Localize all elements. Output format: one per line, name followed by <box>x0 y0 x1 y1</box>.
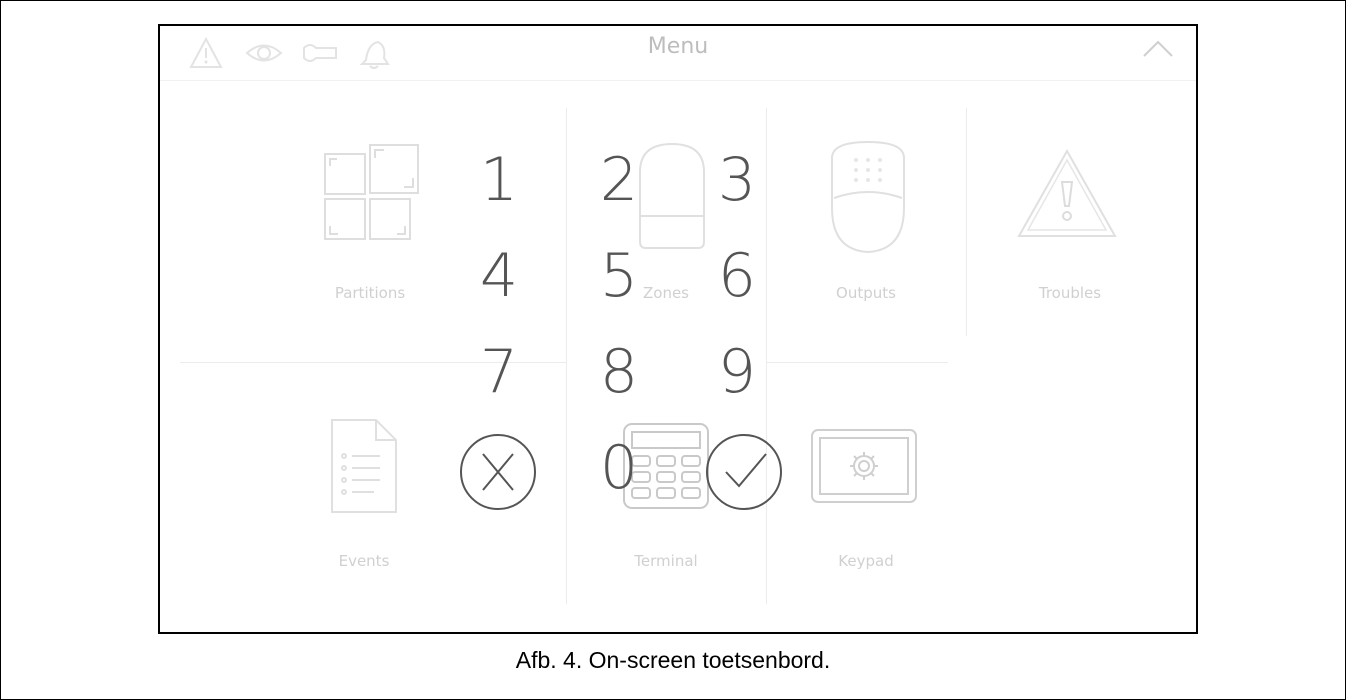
troubles-icon <box>1017 148 1117 237</box>
grid-divider <box>566 108 567 604</box>
key-0[interactable]: 0 <box>574 428 664 508</box>
figure-caption: Afb. 4. On-screen toetsenbord. <box>515 647 831 673</box>
events-icon <box>331 419 397 513</box>
cancel-x-icon[interactable] <box>458 432 538 512</box>
tile-label-outputs: Outputs <box>836 284 896 302</box>
key-8[interactable]: 8 <box>574 332 664 412</box>
confirm-check-icon[interactable] <box>704 432 784 512</box>
key-9[interactable]: 9 <box>692 332 782 412</box>
grid-divider <box>966 108 967 336</box>
grid-divider <box>766 362 948 363</box>
header-divider <box>160 80 1196 81</box>
tile-label-troubles: Troubles <box>1038 284 1102 302</box>
key-2[interactable]: 2 <box>574 140 664 220</box>
tile-label-terminal: Terminal <box>634 552 698 570</box>
key-4[interactable]: 4 <box>454 236 544 316</box>
key-5[interactable]: 5 <box>574 236 664 316</box>
key-7[interactable]: 7 <box>454 332 544 412</box>
keypad-icon <box>811 429 917 503</box>
key-1[interactable]: 1 <box>454 140 544 220</box>
key-6[interactable]: 6 <box>692 236 782 316</box>
page-title: Menu <box>647 34 709 59</box>
tile-label-keypad: Keypad <box>838 552 894 570</box>
outputs-icon <box>831 140 905 254</box>
partitions-icon <box>324 144 419 240</box>
tile-label-events: Events <box>338 552 390 570</box>
touchscreen-display: Menu Partitions Zones Outputs Troubles E… <box>158 24 1198 634</box>
tile-label-partitions: Partitions <box>334 284 406 302</box>
chevron-up-icon[interactable] <box>1142 38 1174 60</box>
menu-tile-partitions[interactable] <box>300 136 440 336</box>
key-3[interactable]: 3 <box>692 140 782 220</box>
